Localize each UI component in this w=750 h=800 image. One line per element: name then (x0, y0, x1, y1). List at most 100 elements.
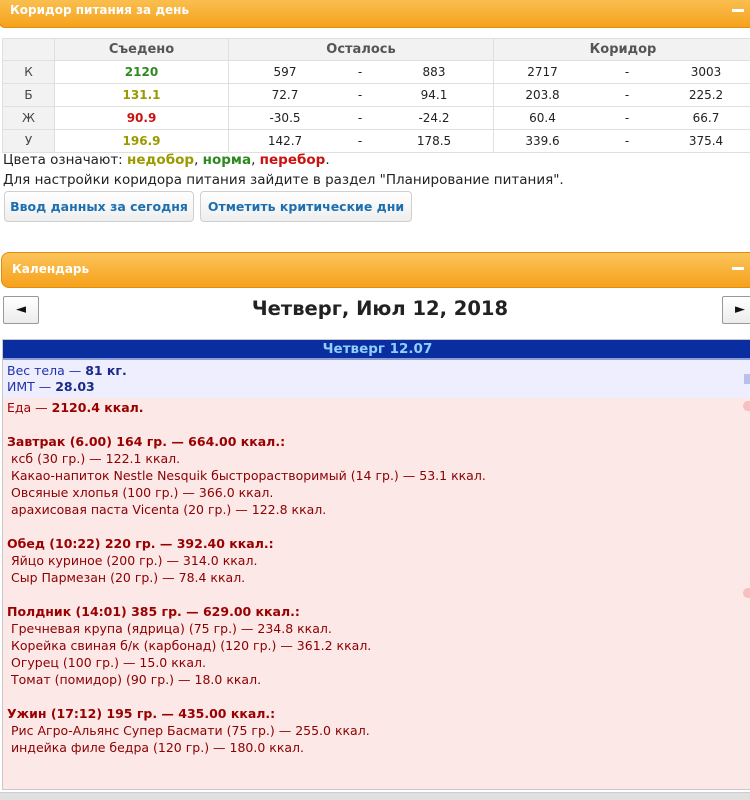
meal-item: Овсяные хлопья (100 гр.) — 366.0 ккал. (11, 485, 274, 500)
eaten-value: 2120 (54, 60, 229, 84)
enter-today-data-button[interactable]: Ввод данных за сегодня (4, 191, 194, 222)
header-empty (2, 38, 55, 61)
meal-item: индейка филе бедра (120 гр.) — 180.0 кка… (11, 740, 304, 755)
nutrition-corridor-header[interactable]: Коридор питания за день (0, 0, 750, 28)
meal-title: Обед (10:22) 220 гр. — 392.40 ккал.: (7, 536, 274, 551)
nutrition-table: Съедено Осталось Коридор К 2120 597 - 883 271… (2, 38, 750, 153)
color-legend: Цвета означают: недобор, норма, перебор. (3, 152, 330, 168)
bottom-scroll-area (0, 792, 750, 800)
meal-item: Сыр Пармезан (20 гр.) — 78.4 ккал. (11, 570, 246, 585)
legend-under: недобор (127, 152, 195, 168)
row-label: К (2, 60, 55, 84)
meal-item: Яйцо куриное (200 гр.) — 314.0 ккал. (11, 553, 258, 568)
bmi-label: ИМТ — (7, 379, 56, 394)
corridor-range: 60.4 - 66.7 (493, 106, 750, 130)
next-day-button[interactable]: ► (722, 296, 750, 324)
left-min: 597 (273, 65, 297, 79)
legend-suffix: . (325, 152, 330, 168)
edit-food-icon[interactable] (743, 401, 750, 411)
range-dash: - (624, 65, 630, 79)
meal-item: Какао-напиток Nestle Nesquik быстрораств… (11, 468, 486, 483)
arrow-left-icon: ◄ (16, 302, 26, 317)
corridor-range: 2717 - 3003 (493, 60, 750, 84)
corridor-min: 60.4 (529, 111, 556, 125)
collapse-icon[interactable] (732, 9, 744, 12)
corridor-min: 2717 (527, 65, 558, 79)
food-log: Еда — 2120.4 ккал. Завтрак (6.00) 164 гр… (3, 398, 750, 789)
corridor-range: 339.6 - 375.4 (493, 129, 750, 153)
row-label: У (2, 129, 55, 153)
corridor-min: 203.8 (525, 88, 560, 102)
meal-title: Завтрак (6.00) 164 гр. — 664.00 ккал.: (7, 434, 286, 449)
weight-value: 81 кг. (85, 363, 127, 378)
day-entry: Четверг 12.07 Вес тела — 81 кг. ИМТ — 28… (2, 339, 750, 790)
meals-list: Завтрак (6.00) 164 гр. — 664.00 ккал.: кс… (7, 416, 750, 756)
bmi-value: 28.03 (55, 379, 95, 394)
left-max: 178.5 (416, 134, 452, 148)
eaten-value: 131.1 (54, 83, 229, 107)
meal-title: Ужин (17:12) 195 гр. — 435.00 ккал.: (7, 706, 276, 721)
left-max: -24.2 (418, 111, 450, 125)
corridor-max: 225.2 (688, 88, 724, 102)
collapse-icon[interactable] (732, 267, 744, 270)
weight-line: Вес тела — 81 кг. (7, 363, 750, 379)
eaten-value: 196.9 (54, 129, 229, 153)
header-left: Осталось (228, 38, 494, 61)
meal-item: Корейка свиная б/к (карбонад) (120 гр.) … (11, 638, 372, 653)
edit-body-icon[interactable] (744, 374, 750, 384)
corridor-settings-hint: Для настройки коридора питания зайдите в… (3, 172, 564, 188)
left-min: 72.7 (271, 88, 299, 102)
row-label: Б (2, 83, 55, 107)
range-dash: - (624, 88, 630, 102)
meal-item: ксб (30 гр.) — 122.1 ккал. (11, 451, 181, 466)
range-dash: - (357, 65, 363, 79)
row-label: Ж (2, 106, 55, 130)
meal-item: Огурец (100 гр.) — 15.0 ккал. (11, 655, 206, 670)
table-row: Б 131.1 72.7 - 94.1 203.8 - 225.2 (2, 83, 750, 107)
calendar-date-title: Четверг, Июл 12, 2018 (251, 297, 509, 320)
corridor-max: 66.7 (692, 111, 720, 125)
left-max: 883 (422, 65, 446, 79)
meal-item: арахисовая паста Vicenta (20 гр.) — 122.… (11, 502, 327, 517)
nutrition-corridor-title: Коридор питания за день (10, 3, 190, 17)
meal-item: Гречневая крупа (ядрица) (75 гр.) — 234.… (11, 621, 332, 636)
legend-norm: норма (202, 152, 252, 168)
legend-prefix: Цвета означают: (3, 152, 128, 168)
table-row: Ж 90.9 -30.5 - -24.2 60.4 - 66.7 (2, 106, 750, 130)
calendar-title: Календарь (12, 262, 90, 276)
food-total-label: Еда — (7, 400, 52, 415)
range-dash: - (624, 111, 630, 125)
left-range: 142.7 - 178.5 (228, 129, 494, 153)
arrow-right-icon: ► (735, 302, 745, 317)
eaten-value: 90.9 (54, 106, 229, 130)
nutrition-table-wrap: Съедено Осталось Коридор К 2120 597 - 883 271… (2, 38, 750, 153)
corridor-range: 203.8 - 225.2 (493, 83, 750, 107)
left-range: -30.5 - -24.2 (228, 106, 494, 130)
range-dash: - (357, 134, 363, 148)
table-header-row: Съедено Осталось Коридор (2, 38, 750, 61)
food-total-value: 2120.4 ккал. (51, 400, 144, 415)
edit-meal-icon[interactable] (743, 588, 750, 598)
bmi-line: ИМТ — 28.03 (7, 379, 750, 395)
range-dash: - (624, 134, 630, 148)
calendar-header[interactable]: Календарь (1, 252, 750, 288)
table-row: У 196.9 142.7 - 178.5 339.6 - 375.4 (2, 129, 750, 153)
meal-title: Полдник (14:01) 385 гр. — 629.00 ккал.: (7, 604, 300, 619)
body-measurements: Вес тела — 81 кг. ИМТ — 28.03 (3, 360, 750, 398)
left-min: 142.7 (267, 134, 303, 148)
day-header: Четверг 12.07 (3, 340, 750, 360)
prev-day-button[interactable]: ◄ (3, 296, 39, 324)
range-dash: - (357, 111, 363, 125)
meal-spacer (7, 518, 750, 535)
meal-spacer (7, 416, 750, 433)
range-dash: - (357, 88, 363, 102)
left-min: -30.5 (269, 111, 301, 125)
legend-sep2: , (251, 152, 260, 168)
left-range: 597 - 883 (228, 60, 494, 84)
corridor-max: 375.4 (688, 134, 724, 148)
legend-over: перебор (259, 152, 326, 168)
left-max: 94.1 (420, 88, 448, 102)
mark-critical-days-button[interactable]: Отметить критические дни (200, 191, 412, 222)
meal-item: Рис Агро-Альянс Супер Басмати (75 гр.) —… (11, 723, 370, 738)
meal-spacer (7, 586, 750, 603)
